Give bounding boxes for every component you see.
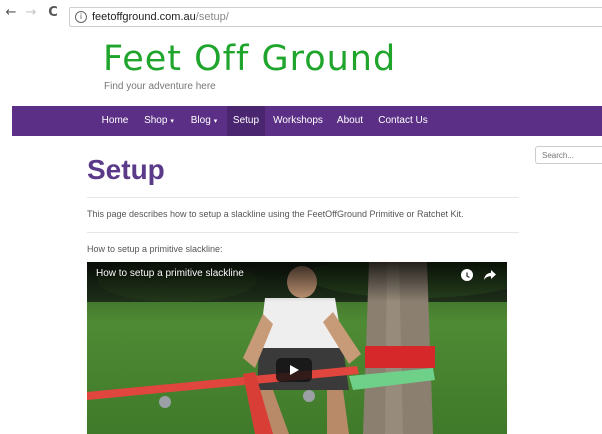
menu-item-shop[interactable]: Shop ▾	[139, 106, 179, 136]
divider	[87, 197, 519, 198]
menu-item-workshops[interactable]: Workshops	[270, 106, 326, 136]
divider	[87, 232, 519, 233]
site-logo[interactable]: Feet Off Ground	[103, 40, 396, 78]
share-icon[interactable]	[483, 268, 497, 282]
page-title: Setup	[87, 154, 165, 185]
clock-icon[interactable]	[461, 269, 473, 281]
back-arrow-icon[interactable]: ←	[4, 4, 18, 22]
video-thumbnail	[87, 262, 507, 434]
url-host: feetoffground.com.au	[92, 11, 196, 23]
menu-label: Setup	[232, 115, 260, 126]
play-icon[interactable]	[276, 358, 312, 382]
menu-label: Blog	[190, 115, 211, 126]
menu-label: Workshops	[273, 115, 323, 126]
browser-toolbar: ← → C i feetoffground.com.au/setup/	[0, 0, 602, 30]
search-input[interactable]	[535, 146, 602, 164]
intro-paragraph: This page describes how to setup a slack…	[87, 209, 464, 219]
menu-item-blog[interactable]: Blog ▾	[185, 106, 223, 136]
menu-item-about[interactable]: About	[332, 106, 368, 136]
url-text: feetoffground.com.au/setup/	[92, 10, 229, 25]
menu-label: Contact Us	[378, 115, 428, 126]
site-info-icon[interactable]: i	[75, 11, 87, 23]
url-path: /setup/	[195, 11, 229, 23]
menu-item-setup[interactable]: Setup	[227, 106, 265, 136]
menu-item-contact-us[interactable]: Contact Us	[376, 106, 430, 136]
chevron-down-icon: ▾	[170, 118, 174, 125]
section-subheading: How to setup a primitive slackline:	[87, 244, 223, 254]
reload-icon[interactable]: C	[46, 4, 60, 22]
video-player[interactable]: How to setup a primitive slackline	[87, 262, 507, 434]
address-bar[interactable]: i feetoffground.com.au/setup/	[69, 7, 602, 27]
menu-label: Shop	[144, 115, 168, 126]
menu-label: About	[336, 115, 364, 126]
video-title[interactable]: How to setup a primitive slackline	[96, 268, 244, 279]
forward-arrow-icon[interactable]: →	[24, 4, 38, 22]
chevron-down-icon: ▾	[213, 118, 218, 125]
main-menu: Home Shop ▾ Blog ▾ Setup Workshops About C…	[12, 106, 602, 136]
menu-item-home[interactable]: Home	[96, 106, 134, 136]
site-tagline: Find your adventure here	[104, 81, 216, 92]
menu-label: Home	[101, 115, 129, 126]
